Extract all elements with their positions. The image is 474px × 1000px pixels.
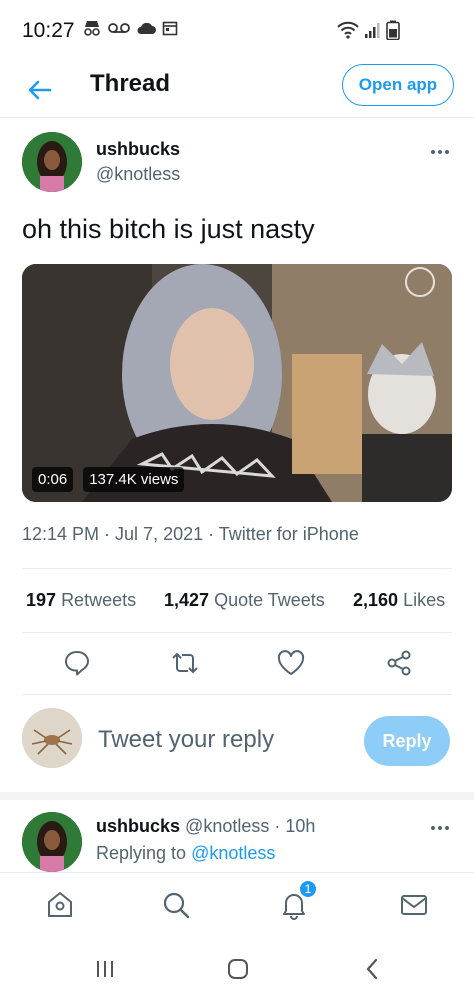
status-bar: 10:27: [0, 0, 474, 62]
divider: [22, 694, 452, 695]
wifi-icon: [337, 21, 359, 39]
like-icon[interactable]: [276, 648, 306, 678]
more-options-icon[interactable]: [428, 142, 452, 162]
incognito-icon: [84, 21, 100, 36]
tweet-timestamp: 12:14 PM · Jul 7, 2021 · Twitter for iPh…: [22, 524, 359, 544]
messages-icon[interactable]: [398, 889, 430, 921]
author-handle[interactable]: @knotless: [96, 164, 180, 185]
reply-author-name[interactable]: ushbucks: [96, 816, 180, 836]
retweet-icon[interactable]: [170, 648, 200, 678]
retweets-count: 197: [26, 590, 57, 610]
reply-author-line: ushbucks @knotless · 10h: [96, 816, 315, 837]
author-name[interactable]: ushbucks: [96, 139, 180, 160]
quotes-label: Quote Tweets: [214, 590, 325, 610]
author-avatar[interactable]: [22, 132, 82, 192]
home-icon[interactable]: [44, 889, 76, 921]
reply-author-handle[interactable]: @knotless: [185, 816, 269, 836]
cloud-icon: [137, 22, 156, 34]
retweets-stat[interactable]: 197 Retweets: [26, 590, 136, 611]
reply-time: · 10h: [274, 816, 316, 836]
user-avatar[interactable]: [22, 708, 82, 768]
section-separator: [0, 792, 474, 800]
likes-label: Likes: [403, 590, 446, 610]
share-icon[interactable]: [384, 648, 414, 678]
reply-author-avatar[interactable]: [22, 812, 82, 872]
video-views: 137.4K views: [83, 467, 185, 492]
quote-tweets-stat[interactable]: 1,427 Quote Tweets: [164, 590, 325, 611]
replying-to: Replying to @knotless: [96, 843, 275, 864]
signal-icon: [365, 23, 380, 38]
notifications-tab[interactable]: 1: [278, 879, 318, 921]
battery-icon: [386, 20, 400, 40]
page-title: Thread: [90, 70, 171, 97]
home-button-icon[interactable]: [225, 956, 251, 982]
thread-header: Thread Open app: [0, 62, 474, 118]
quotes-count: 1,427: [164, 590, 210, 610]
divider: [22, 568, 452, 569]
tweet-video[interactable]: 0:06 137.4K views: [22, 264, 452, 502]
back-button-icon[interactable]: [360, 956, 386, 982]
notification-badge: 1: [298, 879, 318, 899]
retweets-label: Retweets: [61, 590, 137, 610]
tweet-actions: [0, 646, 474, 682]
bottom-tab-bar: 1: [0, 872, 474, 938]
voicemail-icon: [108, 23, 130, 33]
tweet-text: oh this bitch is just nasty: [22, 214, 315, 244]
reply-composer: Tweet your reply Reply: [0, 704, 474, 780]
tweet-stats: 197 Retweets 1,427 Quote Tweets 2,160 Li…: [0, 588, 474, 614]
video-duration: 0:06: [32, 467, 74, 492]
likes-stat[interactable]: 2,160 Likes: [353, 590, 445, 611]
reply-button[interactable]: Reply: [364, 716, 450, 766]
reply-input[interactable]: Tweet your reply: [98, 726, 274, 754]
recent-apps-icon[interactable]: [92, 956, 118, 982]
reply-icon[interactable]: [62, 648, 92, 678]
divider: [22, 632, 452, 633]
replying-prefix: Replying to: [96, 843, 187, 863]
calendar-icon: [162, 21, 178, 36]
system-nav-bar: [0, 938, 474, 1000]
open-app-button[interactable]: Open app: [342, 64, 454, 106]
likes-count: 2,160: [353, 590, 399, 610]
back-arrow-icon[interactable]: [24, 74, 56, 106]
status-time: 10:27: [22, 19, 75, 42]
replying-to-link[interactable]: @knotless: [191, 843, 275, 863]
search-icon[interactable]: [160, 889, 192, 921]
more-options-icon[interactable]: [428, 818, 452, 838]
